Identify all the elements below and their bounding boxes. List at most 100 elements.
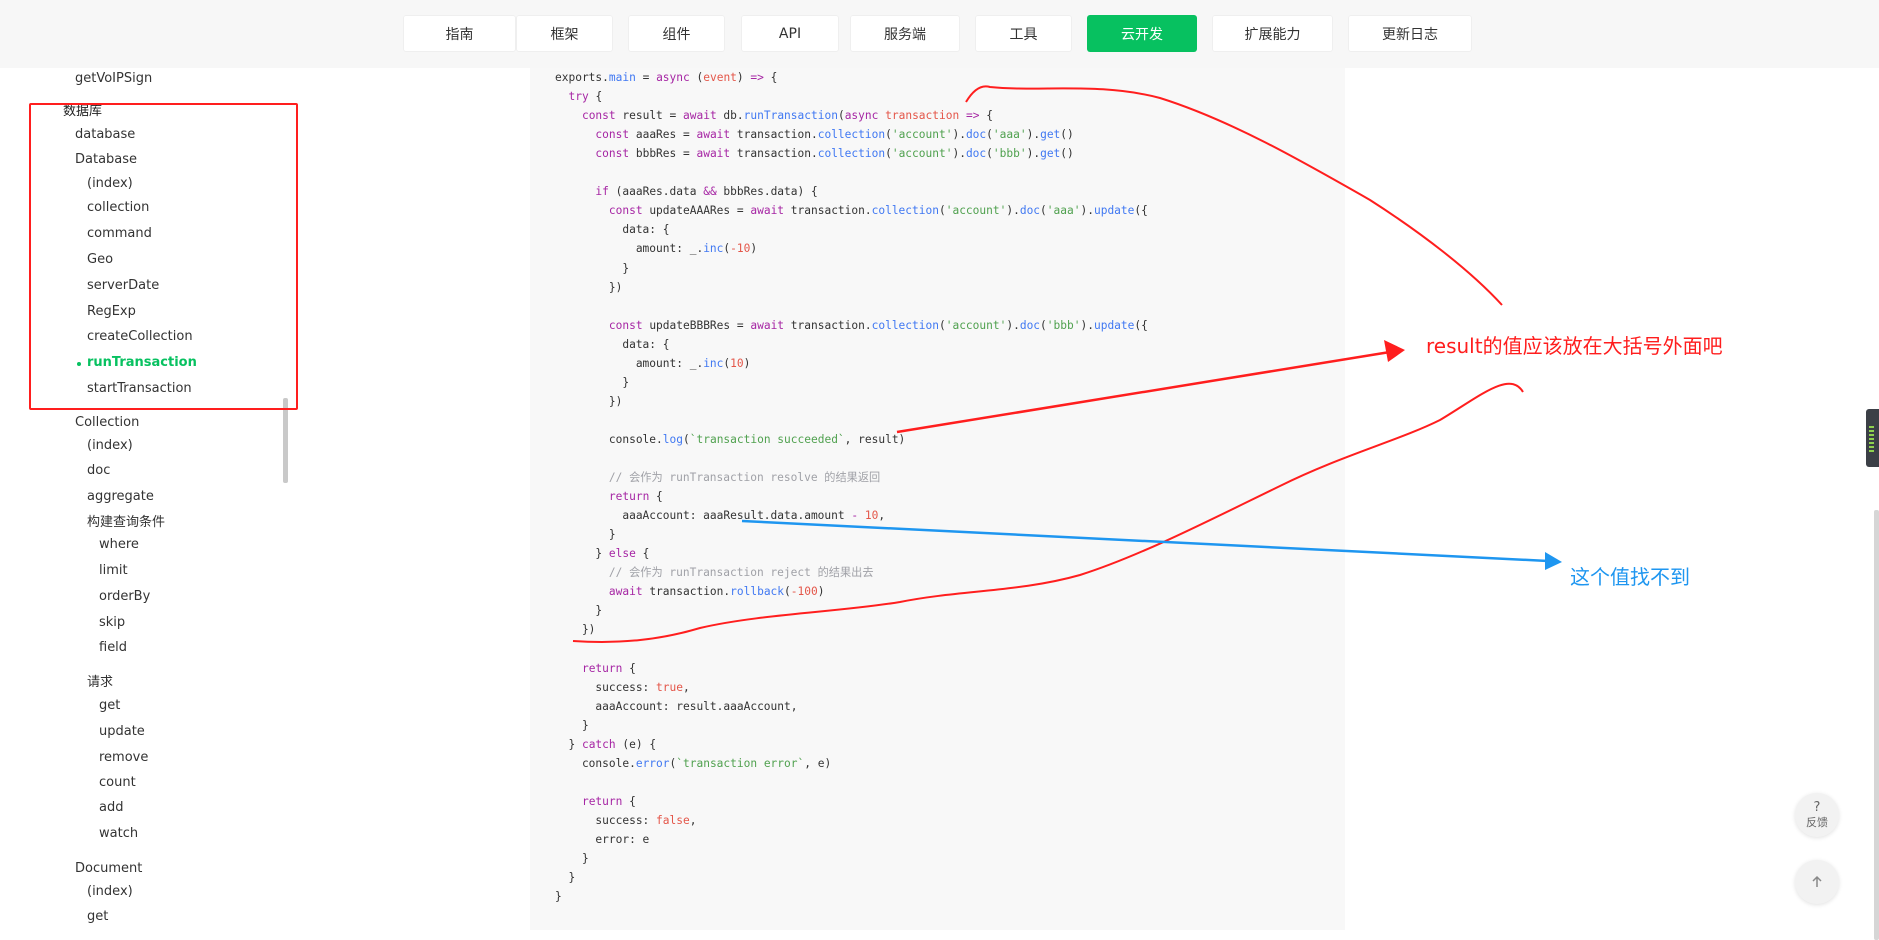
code-token: transaction. bbox=[642, 585, 731, 599]
tab-api[interactable]: API bbox=[741, 15, 839, 52]
code-line: aaaAccount: result.aaaAccount, bbox=[555, 700, 797, 714]
code-token: } bbox=[555, 604, 603, 618]
code-token: ( bbox=[986, 128, 993, 142]
code-line: try { bbox=[555, 90, 602, 104]
code-token: } bbox=[555, 528, 616, 542]
side-widget-indicator-icon bbox=[1869, 426, 1874, 452]
tab-guide[interactable]: 指南 bbox=[403, 15, 516, 52]
code-token: async bbox=[656, 71, 690, 84]
code-token: () bbox=[1060, 128, 1074, 142]
sidebar-item-getvoipsign[interactable]: getVoIPSign bbox=[75, 71, 152, 87]
code-token: } bbox=[555, 852, 589, 866]
tab-extensions[interactable]: 扩展能力 bbox=[1212, 15, 1333, 52]
code-token: runTransaction bbox=[743, 109, 838, 123]
code-line: amount: _.inc(10) bbox=[555, 356, 751, 371]
back-to-top-button[interactable] bbox=[1795, 860, 1839, 904]
sidebar-item-aggregate[interactable]: aggregate bbox=[87, 489, 154, 505]
code-line: error: e bbox=[555, 833, 649, 847]
code-token: }) bbox=[555, 623, 596, 637]
page: 指南 框架 组件 API 服务端 工具 云开发 扩展能力 更新日志 getVoI… bbox=[0, 0, 1879, 940]
code-token: , bbox=[878, 509, 886, 523]
code-token: bbbRes.data) { bbox=[716, 185, 818, 199]
code-token: console. bbox=[555, 432, 663, 446]
sidebar-item-field[interactable]: field bbox=[99, 640, 127, 656]
code-token: , bbox=[683, 680, 690, 694]
code-token: , e) bbox=[804, 756, 832, 770]
code-token: transaction. bbox=[784, 318, 872, 332]
tab-cloud-dev[interactable]: 云开发 bbox=[1087, 15, 1197, 52]
code-token: ({ bbox=[1134, 204, 1148, 218]
page-scrollbar[interactable] bbox=[1874, 510, 1879, 940]
code-token: ) bbox=[750, 242, 758, 256]
sidebar-item-doc[interactable]: doc bbox=[87, 463, 110, 479]
sidebar-item-watch[interactable]: watch bbox=[99, 826, 138, 842]
code-token: get bbox=[1040, 128, 1061, 142]
code-token: collection bbox=[817, 147, 886, 161]
code-token: ). bbox=[1026, 147, 1041, 161]
sidebar-item-request[interactable]: 请求 bbox=[87, 675, 113, 691]
sidebar-item-collection-index[interactable]: (index) bbox=[87, 438, 133, 454]
code-token: ( bbox=[689, 71, 704, 84]
code-token: collection bbox=[871, 204, 939, 218]
sidebar-item-collection-class[interactable]: Collection bbox=[75, 415, 139, 431]
code-token: else bbox=[608, 547, 636, 561]
code-line: success: false, bbox=[555, 814, 696, 828]
code-line: return { bbox=[555, 795, 636, 809]
code-token: doc bbox=[965, 128, 987, 142]
sidebar-item-query-conditions[interactable]: 构建查询条件 bbox=[87, 515, 165, 531]
code-token: } bbox=[555, 871, 576, 885]
code-token: await bbox=[750, 318, 785, 332]
tab-server[interactable]: 服务端 bbox=[850, 15, 960, 52]
sidebar-item-add[interactable]: add bbox=[99, 800, 123, 816]
code-token: transaction. bbox=[730, 128, 818, 142]
code-token: }) bbox=[555, 394, 623, 408]
code-line: } bbox=[555, 262, 629, 276]
code-token: { bbox=[763, 71, 778, 84]
sidebar-item-update[interactable]: update bbox=[99, 724, 145, 740]
code-token: ( bbox=[837, 109, 845, 123]
code-token: }) bbox=[555, 280, 623, 294]
sidebar-item-where[interactable]: where bbox=[99, 537, 139, 553]
sidebar-item-count[interactable]: count bbox=[99, 775, 136, 791]
code-line: } else { bbox=[555, 547, 649, 561]
code-token: aaaAccount: aaaResult.data.amount bbox=[555, 509, 852, 523]
code-token: false bbox=[656, 813, 690, 827]
tab-framework[interactable]: 框架 bbox=[516, 15, 613, 52]
code-token: const bbox=[608, 318, 643, 332]
code-token: 'account' bbox=[891, 147, 953, 161]
sidebar-item-skip[interactable]: skip bbox=[99, 615, 125, 631]
sidebar-item-orderby[interactable]: orderBy bbox=[99, 589, 150, 605]
code-token: const bbox=[595, 128, 630, 142]
code-token: transaction. bbox=[784, 204, 872, 218]
code-token: ( bbox=[885, 128, 892, 142]
code-token: inc bbox=[703, 356, 724, 370]
sidebar-item-remove[interactable]: remove bbox=[99, 750, 148, 766]
feedback-button[interactable]: ? 反馈 bbox=[1795, 793, 1839, 837]
code-line: success: true, bbox=[555, 680, 690, 695]
code-token: // 会作为 runTransaction resolve 的结果返回 bbox=[555, 471, 881, 485]
code-token: 'account' bbox=[945, 318, 1007, 332]
code-line: const updateAAARes = await transaction.c… bbox=[555, 204, 1148, 218]
tab-components[interactable]: 组件 bbox=[628, 15, 725, 52]
sidebar-item-document-get[interactable]: get bbox=[87, 909, 108, 925]
code-line: data: { bbox=[555, 223, 670, 237]
tab-changelog[interactable]: 更新日志 bbox=[1348, 15, 1472, 52]
code-token: amount: _. bbox=[555, 242, 704, 256]
sidebar-item-document-index[interactable]: (index) bbox=[87, 884, 133, 900]
tab-tools[interactable]: 工具 bbox=[975, 15, 1072, 52]
annotation-red-box bbox=[29, 103, 298, 410]
code-token: data: { bbox=[555, 223, 670, 237]
sidebar-item-get[interactable]: get bbox=[99, 698, 120, 714]
code-token: const bbox=[608, 204, 643, 218]
code-token: `transaction succeeded` bbox=[689, 432, 845, 446]
sidebar-item-limit[interactable]: limit bbox=[99, 563, 128, 579]
code-token: => bbox=[965, 109, 980, 123]
code-line: exports.main = async (event) => { bbox=[555, 71, 777, 85]
sidebar-scrollbar[interactable] bbox=[283, 398, 288, 483]
sidebar-item-document[interactable]: Document bbox=[75, 861, 142, 877]
code-line: const aaaRes = await transaction.collect… bbox=[555, 128, 1074, 142]
